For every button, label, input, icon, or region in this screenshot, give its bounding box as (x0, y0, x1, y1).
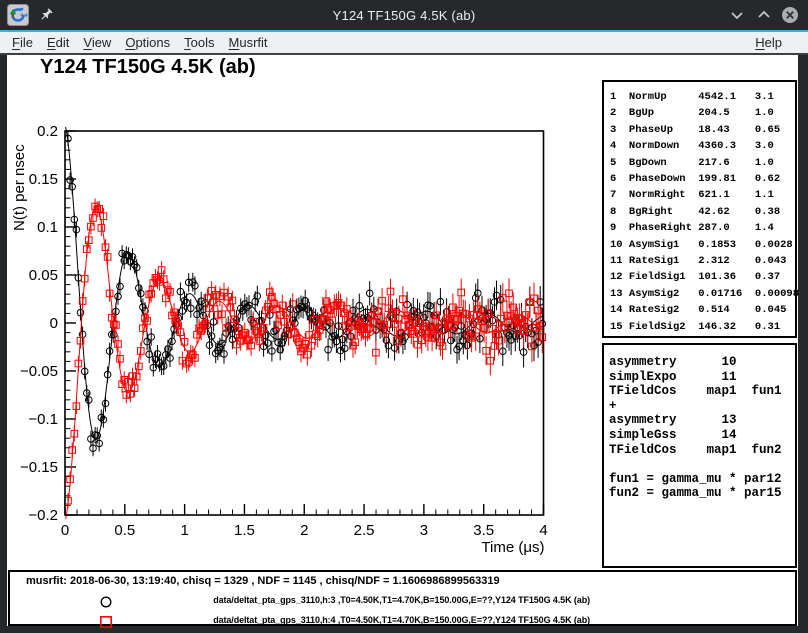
parameter-row: 15 FieldSig2 146.32 0.31 (610, 319, 795, 335)
legend-square-icon (98, 614, 114, 630)
legend-label: data/deltat_pta_gps_3110,h:4 ,T0=4.50K,T… (213, 615, 590, 625)
parameter-row: 1 NormUp 4542.1 3.1 (610, 89, 795, 105)
y-tick-label: −0.2 (28, 507, 58, 524)
x-axis-title: Time (μs) (481, 539, 544, 556)
svg-text:++: ++ (20, 13, 28, 20)
legend-entry: data/deltat_pta_gps_3110,h:3 ,T0=4.50K,T… (10, 592, 795, 612)
window-title: Y124 TF150G 4.5K (ab) (0, 8, 808, 23)
root-app-icon[interactable]: ++ (7, 4, 29, 26)
menu-item-musrfit[interactable]: Musrfit (229, 35, 268, 50)
data-series-square (63, 199, 546, 536)
fit-parameters-panel: 1 NormUp 4542.1 3.12 BgUp 204.5 1.03 Pha… (602, 80, 797, 338)
parameter-row: 4 NormDown 4360.3 3.0 (610, 138, 795, 154)
y-tick-label: −0.15 (20, 459, 58, 476)
menubar: File Edit View Options Tools Musrfit Help (0, 32, 808, 55)
legend-circle-icon (98, 594, 114, 610)
menu-item-file[interactable]: File (12, 35, 33, 50)
menu-item-edit[interactable]: Edit (47, 35, 69, 50)
parameter-row: 8 BgRight 42.62 0.38 (610, 204, 795, 220)
parameter-row: 2 BgUp 204.5 1.0 (610, 105, 795, 121)
theory-line: simpleGss 14 (609, 428, 795, 443)
parameter-row: 7 NormRight 621.1 1.1 (610, 187, 795, 203)
theory-line: TFieldCos map1 fun2 (609, 443, 795, 458)
application-window: Y124 TF150G 4.5K (ab) ++ (0, 0, 808, 633)
theory-panel: asymmetry 10simplExpo 11TFieldCos map1 f… (602, 343, 797, 568)
parameter-row: 13 AsymSig2 0.01716 0.00098 (610, 286, 795, 302)
y-tick-label: −0.05 (20, 363, 58, 380)
parameter-row: 12 FieldSig1 101.36 0.37 (610, 269, 795, 285)
x-tick-label: 0.5 (114, 522, 135, 539)
theory-line: asymmetry 10 (609, 355, 795, 370)
fit-info-panel: musrfit: 2018-06-30, 13:19:40, chisq = 1… (8, 570, 797, 626)
y-tick-label: −0.1 (28, 411, 58, 428)
x-tick-label: 0 (61, 522, 69, 539)
x-tick-label: 1 (180, 522, 188, 539)
theory-line: TFieldCos map1 fun1 (609, 384, 795, 399)
x-tick-label: 2.5 (354, 522, 375, 539)
menu-item-help[interactable]: Help (755, 35, 782, 50)
legend-entry: data/deltat_pta_gps_3110,h:4 ,T0=4.50K,T… (10, 612, 795, 632)
menu-item-options[interactable]: Options (125, 35, 170, 50)
close-button close-icon[interactable] (781, 6, 799, 24)
y-tick-label: 0.15 (29, 171, 58, 188)
menu-items-left: File Edit View Options Tools Musrfit (12, 35, 282, 50)
legend-label: data/deltat_pta_gps_3110,h:3 ,T0=4.50K,T… (213, 595, 590, 605)
theory-line: simplExpo 11 (609, 370, 795, 385)
y-axis-title: N(t) per nsec (11, 144, 28, 231)
data-series-circle (63, 111, 546, 456)
root-canvas: Y124 TF150G 4.5K (ab) 0.20.150.10.050−0.… (7, 55, 798, 626)
y-tick-label: 0.05 (29, 267, 58, 284)
menu-item-tools[interactable]: Tools (184, 35, 214, 50)
titlebar: Y124 TF150G 4.5K (ab) ++ (0, 0, 808, 30)
theory-line: + (609, 399, 795, 414)
x-tick-label: 3.5 (473, 522, 494, 539)
pin-icon[interactable] (38, 7, 54, 23)
parameter-row: 6 PhaseDown 199.81 0.62 (610, 171, 795, 187)
parameter-row: 9 PhaseRight 287.0 1.4 (610, 220, 795, 236)
parameter-row: 14 RateSig2 0.514 0.045 (610, 302, 795, 318)
x-tick-label: 4 (539, 522, 547, 539)
plot-area[interactable]: 0.20.150.10.050−0.05−0.1−0.15−0.200.511.… (7, 55, 600, 570)
x-tick-label: 2 (300, 522, 308, 539)
fit-statistics-line: musrfit: 2018-06-30, 13:19:40, chisq = 1… (26, 575, 500, 587)
x-tick-label: 3 (420, 522, 428, 539)
theory-line: fun1 = gamma_mu * par12 (609, 472, 795, 487)
menu-item-view[interactable]: View (83, 35, 111, 50)
theory-line: asymmetry 13 (609, 413, 795, 428)
minimize-button chevron-down-icon[interactable] (728, 6, 746, 24)
theory-line (609, 457, 795, 472)
menu-items-right: Help (755, 35, 796, 50)
theory-line: fun2 = gamma_mu * par15 (609, 486, 795, 501)
y-tick-label: 0.2 (37, 123, 58, 140)
parameter-row: 5 BgDown 217.6 1.0 (610, 155, 795, 171)
parameter-row: 3 PhaseUp 18.43 0.65 (610, 122, 795, 138)
x-tick-label: 1.5 (234, 522, 255, 539)
parameter-row: 10 AsymSig1 0.1853 0.0028 (610, 237, 795, 253)
maximize-button chevron-up-icon[interactable] (755, 6, 773, 24)
parameter-row: 11 RateSig1 2.312 0.043 (610, 253, 795, 269)
y-tick-label: 0 (50, 315, 58, 332)
y-tick-label: 0.1 (37, 219, 58, 236)
